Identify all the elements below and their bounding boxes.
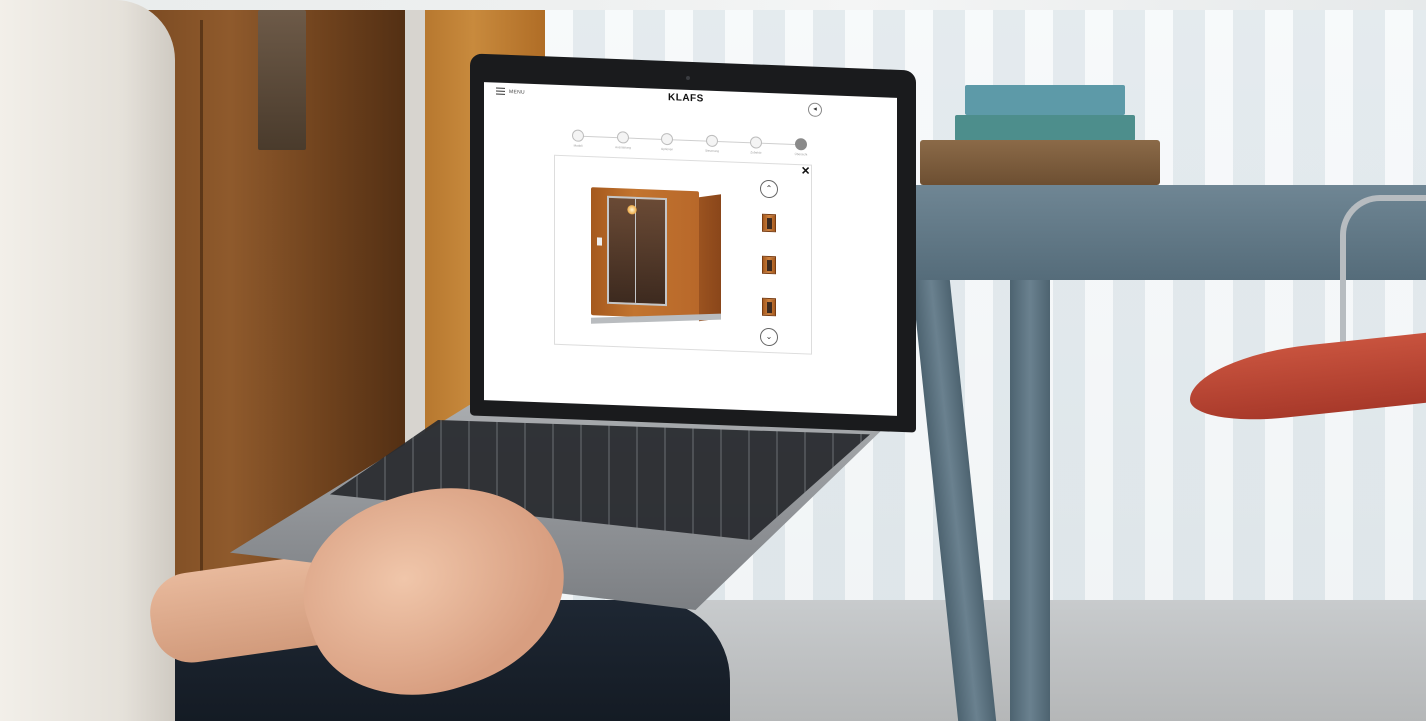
person-shirt — [0, 0, 175, 721]
step-1[interactable] — [572, 129, 584, 142]
brand-logo: KLAFS — [668, 92, 704, 105]
step-label: Zubehör — [750, 150, 762, 155]
door-window — [258, 10, 306, 150]
scroll-up-button[interactable]: ⌃ — [760, 179, 778, 199]
book — [955, 115, 1135, 141]
thumbnail-3[interactable] — [762, 297, 776, 317]
share-icon: ◂ — [813, 105, 817, 113]
step-label: Steuerung — [705, 148, 719, 154]
chevron-up-icon: ⌃ — [765, 183, 773, 194]
step-6[interactable] — [795, 138, 807, 151]
thumbnail-strip: ⌃ ⌄ — [755, 179, 785, 350]
steps-line — [578, 135, 801, 146]
thumbnail-1[interactable] — [762, 213, 776, 233]
book-stack — [920, 140, 1160, 185]
laptop-screen: MENU KLAFS ◂ Modell Ausstattung Optionen St… — [484, 82, 897, 416]
close-button[interactable]: ✕ — [801, 165, 811, 178]
table-leg — [1010, 280, 1050, 721]
hamburger-icon — [496, 87, 505, 95]
step-label: Modell — [573, 143, 583, 148]
book — [965, 85, 1125, 115]
share-button[interactable]: ◂ — [808, 102, 822, 118]
chevron-down-icon: ⌄ — [765, 331, 773, 342]
menu-button[interactable]: MENU — [496, 87, 525, 96]
step-4[interactable] — [706, 134, 718, 148]
scroll-down-button[interactable]: ⌄ — [760, 327, 778, 347]
step-3[interactable] — [661, 132, 673, 146]
step-2[interactable] — [617, 131, 629, 144]
menu-label: MENU — [509, 88, 525, 96]
step-label: Ausstattung — [615, 145, 631, 150]
thumbnail-2[interactable] — [762, 255, 776, 275]
sauna-image — [585, 177, 725, 327]
step-5[interactable] — [750, 136, 762, 149]
camera-icon — [686, 76, 690, 80]
product-viewer: ✕ ⌃ ⌄ — [554, 154, 812, 355]
brand[interactable]: KLAFS — [668, 92, 704, 104]
sauna-lamp — [627, 204, 637, 215]
sauna-side-wall — [699, 194, 721, 322]
sauna-control-panel — [597, 237, 602, 246]
sauna-glass-door — [607, 195, 667, 307]
step-label: Übersicht — [794, 152, 808, 157]
close-icon: ✕ — [801, 165, 811, 178]
step-label: Optionen — [660, 146, 674, 152]
door-groove — [200, 20, 203, 630]
